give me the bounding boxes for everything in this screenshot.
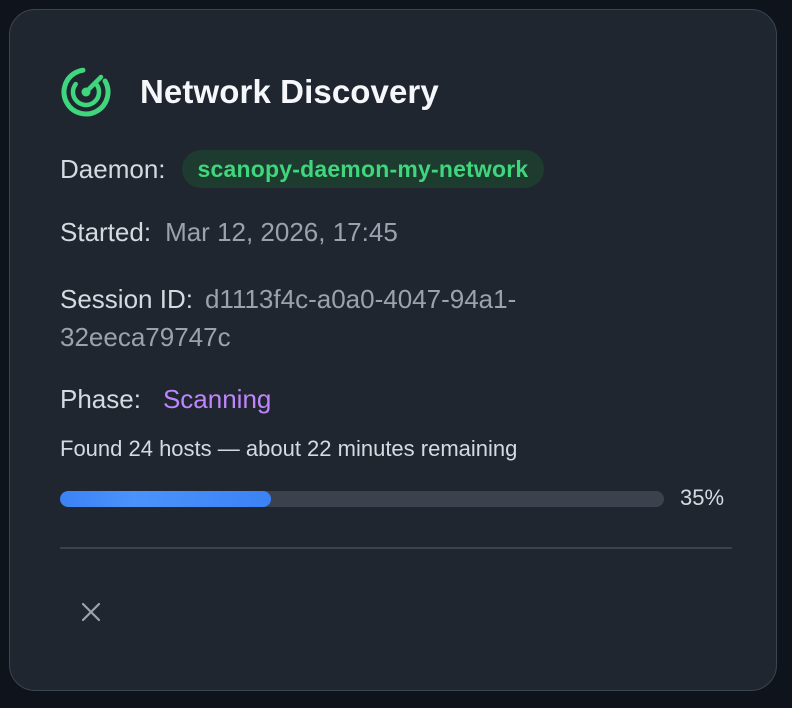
daemon-label: Daemon:	[60, 154, 166, 184]
card-title: Network Discovery	[140, 73, 439, 110]
divider	[60, 547, 732, 549]
started-label: Started:	[60, 217, 152, 247]
session-row: Session ID: d1113f4c-a0a0-4047-94a1-32eec…	[60, 280, 620, 356]
phase-value: Scanning	[162, 384, 272, 414]
discovery-card: Network Discovery Daemon: scanopy-daemon…	[9, 9, 777, 691]
progress-percent: 35%	[680, 485, 725, 510]
phase-label: Phase:	[60, 384, 141, 414]
session-label: Session ID:	[60, 284, 193, 314]
card-header: Network Discovery	[60, 66, 439, 118]
phase-row: Phase: Scanning	[60, 382, 271, 416]
started-value: Mar 12, 2026, 17:45	[165, 217, 398, 247]
radar-icon	[61, 67, 111, 117]
started-row: Started: Mar 12, 2026, 17:45	[60, 215, 398, 249]
progress-bar	[60, 491, 664, 507]
daemon-badge: scanopy-daemon-my-network	[181, 150, 545, 188]
progress-fill	[60, 491, 272, 507]
close-icon	[81, 602, 101, 622]
close-button[interactable]	[76, 597, 106, 627]
status-text: Found 24 hosts — about 22 minutes remain…	[60, 436, 518, 461]
daemon-row: Daemon: scanopy-daemon-my-network	[60, 150, 545, 188]
